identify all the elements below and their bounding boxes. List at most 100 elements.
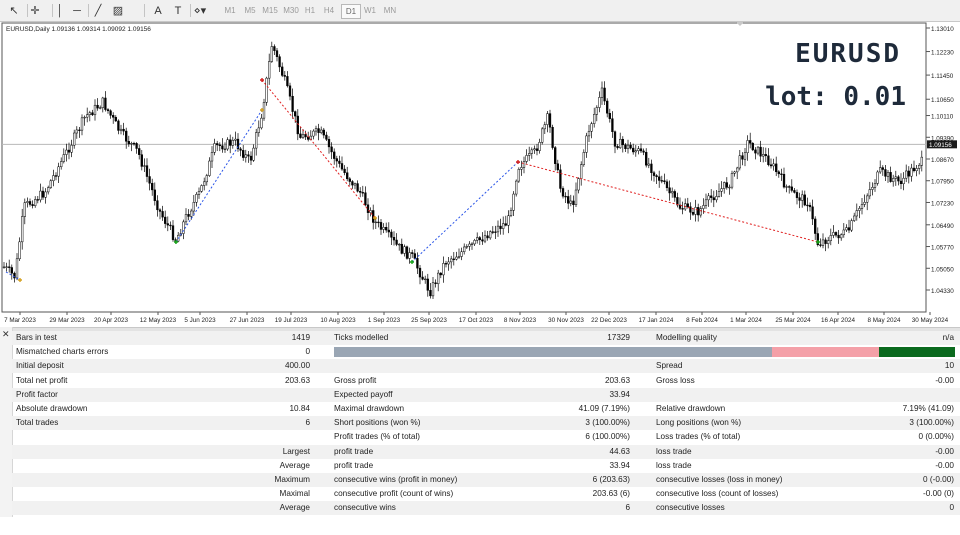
timeframe-m30-button[interactable]: M30 — [282, 4, 300, 17]
candle-body — [265, 77, 268, 103]
candle-body — [223, 148, 227, 151]
report-value: 203.63 (6) — [592, 489, 630, 499]
candle-body — [18, 241, 21, 260]
candle-body — [288, 85, 292, 97]
report-value: 0 — [305, 347, 310, 357]
candle-body — [473, 240, 476, 245]
candle-body — [205, 175, 208, 183]
candle-body — [551, 126, 554, 148]
candle-body — [587, 130, 591, 137]
candle-body — [416, 258, 419, 269]
report-row: Total trades 6 Short positions (won %) 3 (1… — [12, 416, 960, 431]
candle-body — [671, 191, 674, 194]
candle-body — [21, 216, 24, 243]
candle-body — [460, 251, 463, 257]
price-label: 1.04330 — [931, 288, 954, 295]
channel-icon[interactable]: ▨ — [111, 3, 125, 18]
candle-body — [57, 166, 60, 177]
timeframe-m5-button[interactable]: M5 — [241, 4, 259, 17]
candle-body — [533, 148, 536, 151]
candle-body — [629, 144, 632, 149]
candle-body — [788, 186, 791, 188]
candle-body — [437, 272, 440, 285]
candle-body — [795, 192, 799, 198]
vertical-line-icon[interactable]: │ — [55, 3, 65, 18]
candle-body — [62, 154, 65, 162]
candle-body — [855, 210, 858, 217]
candle-body — [850, 220, 853, 231]
report-label: Ticks modelled — [334, 333, 389, 342]
scroll-shift-marker[interactable] — [736, 22, 744, 26]
date-label: 10 Aug 2023 — [320, 317, 356, 324]
candle-body — [694, 207, 697, 215]
candle-body — [192, 201, 195, 212]
candle-body — [31, 204, 34, 206]
candle-body — [278, 56, 281, 68]
candle-body — [322, 129, 325, 136]
price-chart[interactable]: 1.13010 1.12230 1.11450 1.10650 1.10110 1.093… — [0, 22, 960, 327]
candle-body — [801, 194, 804, 201]
candle-body — [884, 169, 887, 177]
report-value: 33.94 — [609, 389, 631, 399]
candle-body — [632, 147, 635, 153]
timeframe-h1-button[interactable]: H1 — [301, 4, 319, 17]
report-label: Bars in test — [16, 333, 57, 342]
timeframe-mn-button[interactable]: MN — [381, 4, 399, 17]
candle-body — [746, 140, 749, 154]
candle-body — [577, 178, 580, 191]
candle-body — [106, 109, 110, 112]
candle-body — [494, 231, 497, 233]
candle-body — [496, 225, 500, 233]
candle-body — [431, 282, 435, 297]
candle-body — [486, 235, 489, 239]
candle-body — [554, 147, 557, 164]
shapes-menu-icon[interactable]: ⋄▾ — [190, 3, 210, 18]
candle-body — [866, 195, 869, 203]
crosshair-icon[interactable]: ✛ — [28, 3, 42, 18]
candle-body — [247, 154, 250, 157]
horizontal-line-icon[interactable]: ─ — [70, 3, 84, 18]
trendline-icon[interactable]: ╱ — [91, 3, 105, 18]
report-label: profit trade — [334, 460, 374, 470]
candle-body — [353, 183, 357, 186]
candle-body — [127, 141, 130, 145]
candle-body — [36, 199, 39, 201]
timeframe-d1-button[interactable]: D1 — [341, 4, 361, 19]
candle-body — [572, 200, 575, 205]
buy-trade-line — [175, 109, 263, 243]
timeframe-h4-button[interactable]: H4 — [320, 4, 338, 17]
close-icon[interactable]: ✕ — [2, 329, 10, 340]
report-value: 6 (203.63) — [592, 475, 630, 484]
report-value: 6 — [305, 418, 310, 428]
candle-body — [905, 170, 908, 179]
cursor-icon[interactable]: ↖ — [7, 3, 21, 18]
candle-body — [522, 161, 526, 168]
candle-body — [41, 190, 45, 198]
candle-body — [530, 149, 533, 154]
candle-body — [803, 194, 806, 206]
timeframe-w1-button[interactable]: W1 — [361, 4, 379, 17]
candlestick-chart[interactable]: 1.130101.122301.114501.106501.101101.093… — [0, 22, 960, 327]
report-row: Maximum consecutive wins (profit in money… — [12, 473, 960, 487]
candle-body — [751, 143, 754, 151]
report-value — [192, 388, 310, 402]
candle-body — [291, 95, 294, 112]
candle-body — [647, 163, 650, 166]
candle-body — [889, 172, 892, 182]
candle-body — [88, 112, 91, 115]
text-tool-icon[interactable]: A — [152, 3, 164, 18]
candle-body — [782, 173, 786, 188]
candle-body — [808, 204, 812, 208]
candle-body — [827, 240, 830, 244]
candle-body — [559, 169, 562, 189]
label-tool-icon[interactable]: T — [172, 3, 184, 18]
report-label: Expected payoff — [334, 389, 393, 399]
candle-body — [138, 148, 141, 155]
report-value: -0.00 — [935, 460, 954, 470]
timeframe-m15-button[interactable]: M15 — [261, 4, 279, 17]
candle-body — [663, 180, 666, 182]
candle-body — [868, 189, 871, 197]
candle-body — [411, 252, 414, 254]
timeframe-m1-button[interactable]: M1 — [221, 4, 239, 17]
candle-body — [374, 221, 377, 224]
